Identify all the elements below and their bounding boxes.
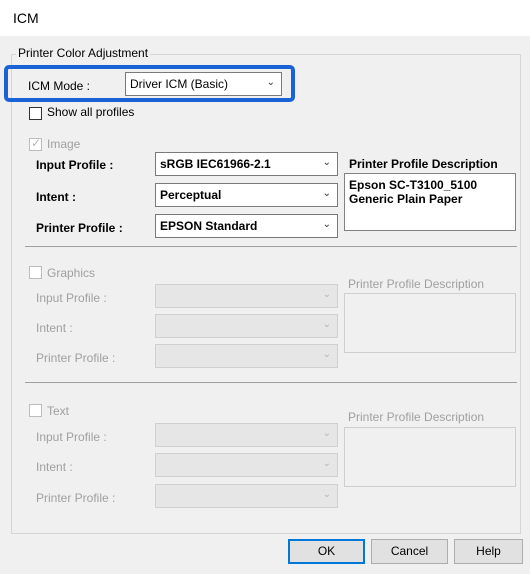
image-checkbox[interactable]: ✓ (29, 136, 42, 151)
chevron-down-icon: ⌄ (322, 489, 331, 500)
graphics-description-box (344, 293, 516, 353)
graphics-printer-profile-label: Printer Profile : (36, 351, 116, 365)
window-title: ICM (13, 10, 39, 26)
text-printer-profile-select[interactable]: ⌄ (155, 484, 338, 508)
chevron-down-icon: ⌄ (322, 289, 331, 300)
show-all-profiles-checkbox[interactable] (29, 107, 42, 120)
separator (25, 246, 517, 247)
text-description-label: Printer Profile Description (348, 410, 485, 424)
text-checkbox[interactable] (29, 404, 42, 417)
chevron-down-icon: ⌄ (322, 349, 331, 360)
group-title: Printer Color Adjustment (16, 46, 151, 60)
text-label: Text (47, 404, 70, 418)
graphics-description-label: Printer Profile Description (348, 277, 485, 291)
text-description-box (344, 427, 516, 487)
image-intent-select[interactable]: Perceptual ⌄ (155, 183, 338, 207)
image-label: Image (47, 137, 81, 151)
chevron-down-icon: ⌄ (322, 219, 331, 230)
help-button[interactable]: Help (454, 539, 523, 564)
text-printer-profile-label: Printer Profile : (36, 491, 116, 505)
graphics-intent-select[interactable]: ⌄ (155, 314, 338, 338)
text-intent-select[interactable]: ⌄ (155, 453, 338, 477)
icm-mode-highlight (4, 65, 295, 102)
graphics-printer-profile-select[interactable]: ⌄ (155, 344, 338, 368)
image-intent-value: Perceptual (160, 188, 222, 202)
title-bar: ICM (0, 0, 530, 36)
graphics-input-profile-label: Input Profile : (36, 291, 107, 305)
chevron-down-icon: ⌄ (322, 157, 331, 168)
image-printer-profile-value: EPSON Standard (160, 219, 258, 233)
image-input-profile-label: Input Profile : (36, 158, 114, 172)
text-input-profile-select[interactable]: ⌄ (155, 423, 338, 447)
chevron-down-icon: ⌄ (322, 188, 331, 199)
show-all-profiles-label: Show all profiles (47, 105, 135, 119)
text-intent-label: Intent : (36, 460, 73, 474)
image-description-box: Epson SC-T3100_5100 Generic Plain Paper (344, 173, 516, 231)
separator (25, 382, 517, 383)
image-intent-label: Intent : (36, 190, 76, 204)
graphics-label: Graphics (47, 266, 96, 280)
graphics-input-profile-select[interactable]: ⌄ (155, 284, 338, 308)
image-input-profile-value: sRGB IEC61966-2.1 (160, 157, 271, 171)
chevron-down-icon: ⌄ (322, 319, 331, 330)
graphics-checkbox[interactable] (29, 266, 42, 279)
image-printer-profile-select[interactable]: EPSON Standard ⌄ (155, 214, 338, 238)
graphics-intent-label: Intent : (36, 321, 73, 335)
chevron-down-icon: ⌄ (322, 458, 331, 469)
image-description-text: Epson SC-T3100_5100 Generic Plain Paper (349, 178, 478, 206)
text-input-profile-label: Input Profile : (36, 430, 107, 444)
cancel-button[interactable]: Cancel (371, 539, 448, 564)
image-input-profile-select[interactable]: sRGB IEC61966-2.1 ⌄ (155, 152, 338, 176)
ok-button[interactable]: OK (288, 539, 365, 564)
image-description-label: Printer Profile Description (349, 157, 498, 171)
checkmark-icon: ✓ (31, 136, 42, 150)
chevron-down-icon: ⌄ (322, 428, 331, 439)
image-printer-profile-label: Printer Profile : (36, 221, 123, 235)
